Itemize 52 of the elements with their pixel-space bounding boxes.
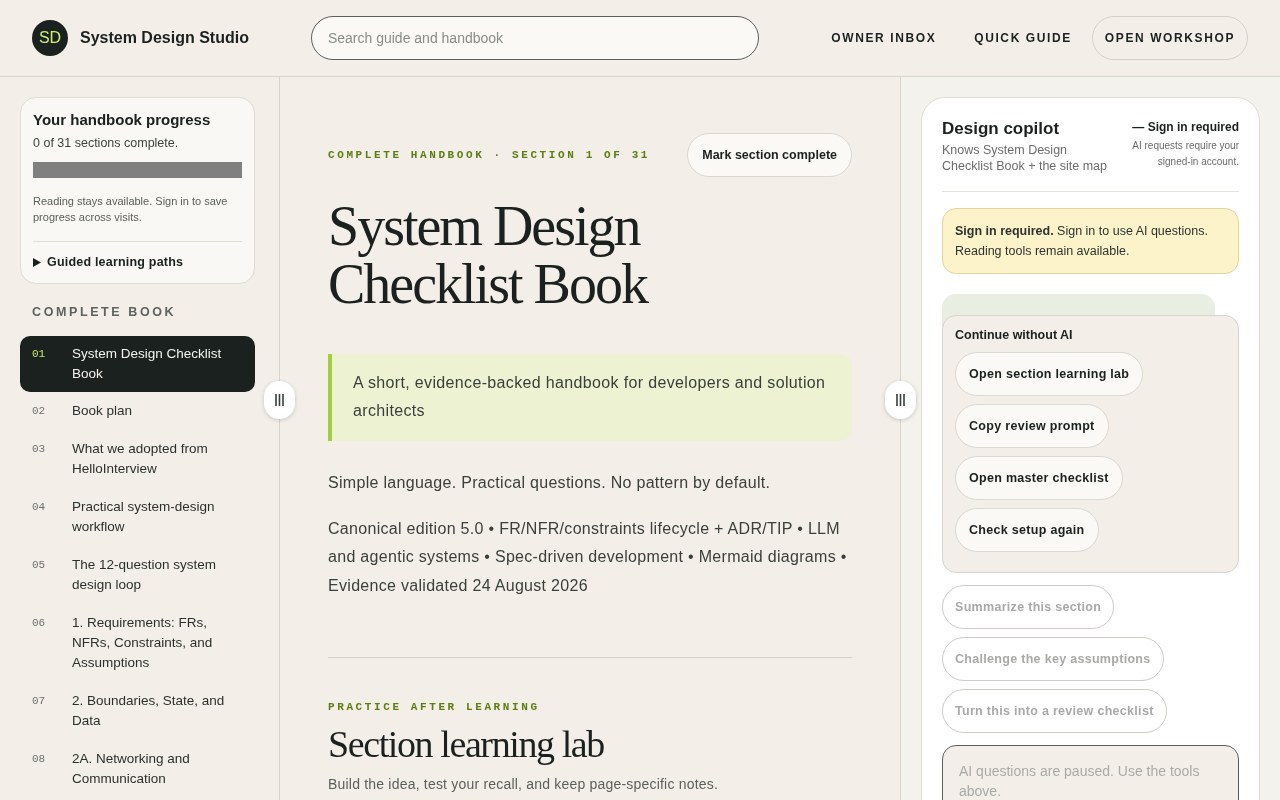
section-heading: COMPLETE BOOK bbox=[31, 304, 178, 320]
status-note: AI requests require your signed-in account. bbox=[1131, 139, 1239, 169]
chapter-number: 06 bbox=[32, 616, 47, 631]
search-field[interactable]: Search guide and handbook bbox=[310, 16, 759, 60]
body-paragraph: Canonical edition 5.0 • FR/NFR/constraints lifecycle + ADR/TIP • LLM and agentic systems • Spec-driven development • Mermaid diagrams • Evidence validated 24 August 2026 bbox=[328, 518, 848, 596]
fallback-action-button[interactable]: Check setup again bbox=[955, 508, 1099, 552]
progress-note: Reading stays available. Sign in to save progress across visits. bbox=[33, 194, 229, 225]
chapter-link[interactable]: 07 2. Boundaries, State, and Data bbox=[20, 682, 255, 740]
chapter-number: 08 bbox=[32, 752, 47, 767]
section-eyebrow: COMPLETE HANDBOOK · SECTION 1 OF 31 bbox=[328, 148, 651, 163]
lab-description: Build the idea, test your recall, and keep page-specific notes. bbox=[328, 775, 720, 794]
chapter-link[interactable]: 02 Book plan bbox=[20, 392, 255, 430]
chapter-link[interactable]: 01 System Design Checklist Book bbox=[20, 336, 255, 392]
progress-summary: 0 of 31 sections complete. bbox=[33, 135, 180, 152]
chapter-number: 07 bbox=[32, 694, 47, 709]
progress-title: Your handbook progress bbox=[33, 110, 212, 130]
sign-in-status: — Sign in required bbox=[1131, 119, 1239, 135]
chapter-number: 03 bbox=[32, 442, 47, 457]
grip-icon bbox=[896, 394, 905, 406]
nav-link[interactable]: OWNER INBOX bbox=[819, 16, 949, 60]
resize-handle[interactable] bbox=[885, 381, 916, 419]
chapter-number: 01 bbox=[32, 347, 47, 362]
chapter-number: 05 bbox=[32, 558, 47, 573]
fallback-action-button[interactable]: Open master checklist bbox=[955, 456, 1123, 500]
lab-title: Section learning lab bbox=[328, 722, 605, 766]
fallback-action-button[interactable]: Copy review prompt bbox=[955, 404, 1109, 448]
brand-name: System Design Studio bbox=[80, 29, 249, 47]
caret-icon bbox=[33, 257, 41, 267]
copilot-description: Knows System Design Checklist Book + the site map bbox=[942, 142, 1108, 174]
fallback-action-button[interactable]: Open section learning lab bbox=[955, 352, 1144, 396]
guided-paths-toggle[interactable]: Guided learning paths bbox=[33, 254, 184, 270]
chapter-link[interactable]: 04 Practical system-design workflow bbox=[20, 488, 255, 546]
workshop-button[interactable]: OPEN WORKSHOP bbox=[1091, 16, 1248, 60]
copilot-title: Design copilot bbox=[942, 118, 1061, 140]
chapter-link[interactable]: 06 1. Requirements: FRs, NFRs, Constraints, and Assumptions bbox=[20, 604, 255, 682]
question-field[interactable]: AI questions are paused. Use the tools above. bbox=[942, 745, 1239, 800]
fallback-title: Continue without AI bbox=[955, 328, 1073, 342]
grip-icon bbox=[275, 394, 284, 406]
summary-callout: A short, evidence-backed handbook for developers and solution architects bbox=[328, 354, 852, 441]
page-title: System Design Checklist Book bbox=[328, 197, 649, 313]
body-paragraph: Simple language. Practical questions. No pattern by default. bbox=[328, 473, 772, 493]
lab-eyebrow: PRACTICE AFTER LEARNING bbox=[328, 700, 541, 715]
logo[interactable]: SD bbox=[32, 20, 68, 56]
chapter-link[interactable]: 05 The 12-question system design loop bbox=[20, 546, 255, 604]
chapter-number: 04 bbox=[32, 500, 47, 515]
nav-link[interactable]: QUICK GUIDE bbox=[962, 16, 1084, 60]
resize-handle[interactable] bbox=[264, 381, 295, 419]
mark-complete-button[interactable]: Mark section complete bbox=[687, 133, 852, 177]
sign-in-notice: Sign in required. Sign in to use AI questions. Reading tools remain available. bbox=[942, 208, 1239, 274]
chapter-link[interactable]: 03 What we adopted from HelloInterview bbox=[20, 430, 255, 488]
chapter-link[interactable]: 08 2A. Networking and Communication bbox=[20, 740, 255, 798]
chapter-number: 02 bbox=[32, 404, 47, 419]
